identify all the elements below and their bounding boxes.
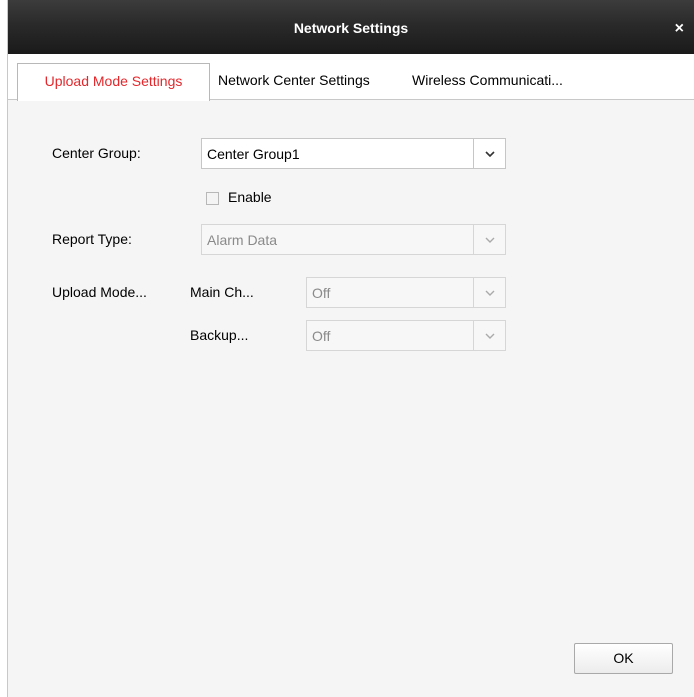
title-bar[interactable]: Network Settings × bbox=[8, 0, 694, 54]
enable-checkbox[interactable] bbox=[206, 192, 219, 205]
tab-network-center-settings[interactable]: Network Center Settings bbox=[218, 63, 370, 100]
window-title: Network Settings bbox=[293, 20, 409, 36]
center-group-value: Center Group1 bbox=[207, 146, 300, 162]
report-type-value: Alarm Data bbox=[207, 232, 278, 248]
enable-label: Enable bbox=[228, 189, 272, 205]
tab-upload-mode-settings[interactable]: Upload Mode Settings bbox=[17, 63, 210, 101]
main-channel-value: Off bbox=[312, 285, 331, 301]
ok-button[interactable]: OK bbox=[574, 643, 673, 674]
tab-wireless-communication[interactable]: Wireless Communicati... bbox=[412, 63, 563, 100]
center-group-select[interactable]: Center Group1 bbox=[201, 138, 506, 169]
chevron-down-icon[interactable] bbox=[473, 321, 505, 350]
close-icon[interactable]: × bbox=[675, 21, 684, 37]
chevron-down-icon[interactable] bbox=[473, 139, 505, 168]
main-channel-select[interactable]: Off bbox=[306, 277, 506, 308]
backup-channel-label: Backup... bbox=[190, 327, 249, 343]
network-settings-dialog: Network Settings × Upload Mode Settings … bbox=[7, 0, 694, 697]
main-channel-label: Main Ch... bbox=[190, 284, 254, 300]
backup-channel-value: Off bbox=[312, 328, 331, 344]
backup-channel-select[interactable]: Off bbox=[306, 320, 506, 351]
tab-bar: Upload Mode Settings Network Center Sett… bbox=[8, 54, 694, 101]
report-type-select[interactable]: Alarm Data bbox=[201, 224, 506, 255]
chevron-down-icon[interactable] bbox=[473, 225, 505, 254]
chevron-down-icon[interactable] bbox=[473, 278, 505, 307]
center-group-label: Center Group: bbox=[52, 145, 141, 161]
upload-mode-label: Upload Mode... bbox=[52, 284, 147, 300]
report-type-label: Report Type: bbox=[52, 231, 132, 247]
